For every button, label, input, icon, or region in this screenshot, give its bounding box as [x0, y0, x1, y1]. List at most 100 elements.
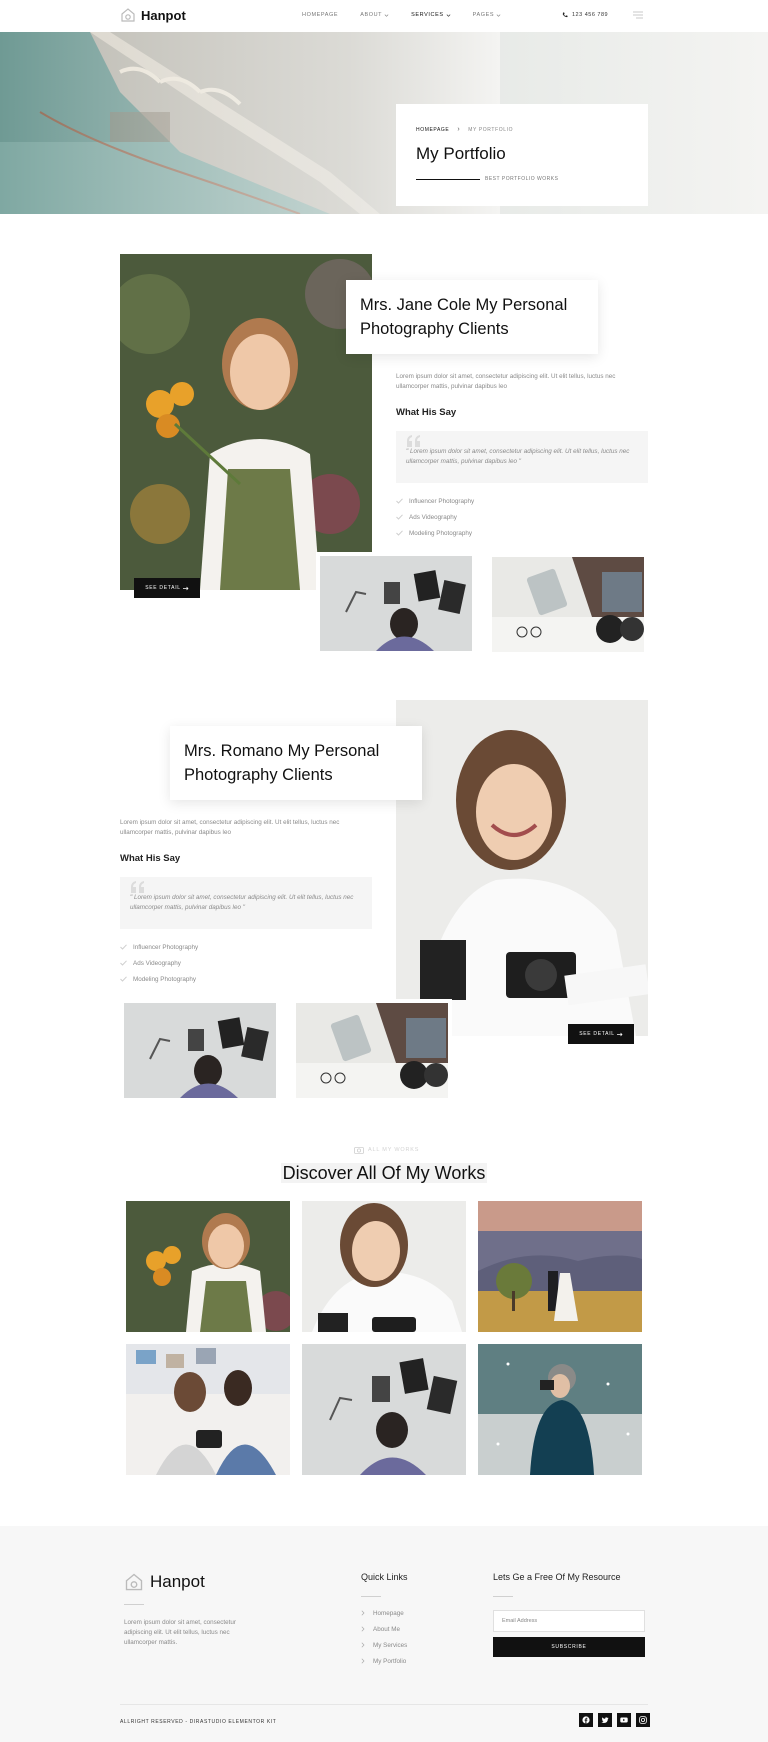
client-description: Lorem ipsum dolor sit amet, consectetur …: [120, 819, 340, 836]
see-detail-button-2[interactable]: SEE DETAIL: [568, 1024, 634, 1044]
nav-about[interactable]: ABOUT: [360, 12, 389, 18]
hamburger-icon[interactable]: [633, 11, 643, 19]
see-detail-button-1[interactable]: SEE DETAIL: [134, 578, 200, 598]
breadcrumb-home[interactable]: HOMEPAGE: [416, 127, 449, 133]
client-title-card-1: Mrs. Jane Cole My Personal Photography C…: [346, 280, 598, 354]
testimonial-quote: " Lorem ipsum dolor sit amet, consectetu…: [120, 877, 372, 929]
link-label: About Me: [373, 1625, 400, 1633]
gallery-photo-camera: [492, 557, 644, 652]
copyright-text: ALLRIGHT RESERVED - DIRASTUDIO ELEMENTOR…: [120, 1719, 277, 1725]
list-label: Modeling Photography: [409, 529, 473, 537]
list-label: Influencer Photography: [409, 497, 475, 505]
camera-home-icon: [125, 1573, 143, 1591]
quote-icon: [131, 881, 144, 893]
phone-icon: [562, 12, 568, 18]
arrow-right-icon: [616, 1032, 623, 1036]
list-item: Ads Videography: [396, 512, 474, 522]
nav-label: SERVICES: [411, 12, 444, 18]
quote-text: " Lorem ipsum dolor sit amet, consectetu…: [130, 894, 354, 911]
check-icon: [120, 976, 127, 982]
main-nav: HOMEPAGE ABOUT SERVICES PAGES: [302, 12, 501, 18]
services-list: Influencer Photography Ads Videography M…: [120, 942, 198, 984]
client-title-card-2: Mrs. Romano My Personal Photography Clie…: [170, 726, 422, 800]
quote-text: " Lorem ipsum dolor sit amet, consectetu…: [406, 448, 630, 465]
client-jane-portrait: [120, 254, 372, 590]
work-photo-portrait[interactable]: [302, 1201, 466, 1332]
breadcrumb-current: MY PORTFOLIO: [468, 126, 514, 133]
phone-contact[interactable]: 123 456 789: [562, 12, 608, 18]
check-icon: [120, 960, 127, 966]
footer-link-homepage[interactable]: Homepage: [361, 1608, 407, 1618]
email-placeholder: Email Address: [502, 1618, 538, 1624]
facebook-icon: [582, 1716, 590, 1724]
breadcrumb: HOMEPAGE › MY PORTFOLIO: [416, 126, 513, 133]
nav-label: ABOUT: [360, 12, 383, 18]
facebook-button[interactable]: [579, 1713, 593, 1727]
youtube-button[interactable]: [617, 1713, 631, 1727]
footer-link-portfolio[interactable]: My Portfolio: [361, 1656, 407, 1666]
work-photo-couple[interactable]: [478, 1201, 642, 1332]
nav-services[interactable]: SERVICES: [411, 12, 451, 18]
brand-logo[interactable]: Hanpot: [120, 7, 186, 23]
work-photo-florist[interactable]: [126, 1201, 290, 1332]
link-label: My Portfolio: [373, 1657, 407, 1665]
list-label: Influencer Photography: [133, 943, 199, 951]
link-label: My Services: [373, 1641, 408, 1649]
list-label: Ads Videography: [409, 513, 457, 521]
check-icon: [396, 498, 403, 504]
kicker-label: ALL MY WORKS: [368, 1147, 420, 1153]
hero-title-card: HOMEPAGE › MY PORTFOLIO My Portfolio BES…: [396, 104, 648, 206]
instagram-button[interactable]: [636, 1713, 650, 1727]
button-label: SUBSCRIBE: [551, 1644, 587, 1650]
twitter-icon: [601, 1716, 609, 1723]
list-item: Ads Videography: [120, 958, 198, 968]
link-label: Homepage: [373, 1609, 404, 1617]
hero-banner: HOMEPAGE › MY PORTFOLIO My Portfolio BES…: [0, 32, 768, 214]
footer-logo[interactable]: Hanpot: [124, 1572, 205, 1592]
nav-homepage[interactable]: HOMEPAGE: [302, 12, 338, 18]
services-list: Influencer Photography Ads Videography M…: [396, 496, 474, 538]
work-photo-team[interactable]: [126, 1344, 290, 1475]
social-links: [579, 1713, 650, 1727]
quick-links-heading: Quick Links: [361, 1572, 408, 1582]
work-photo-studio[interactable]: [302, 1344, 466, 1475]
phone-number: 123 456 789: [572, 12, 609, 18]
brand-name: Hanpot: [141, 7, 186, 23]
camera-home-icon: [121, 8, 135, 22]
testimonial-heading: What His Say: [396, 407, 457, 418]
footer-divider: [361, 1596, 381, 1597]
testimonial-quote: " Lorem ipsum dolor sit amet, consectetu…: [396, 431, 648, 483]
gallery-photo-studio: [316, 552, 476, 655]
check-icon: [120, 944, 127, 950]
work-photo-snow[interactable]: [478, 1344, 642, 1475]
instagram-icon: [639, 1716, 647, 1724]
youtube-icon: [620, 1717, 628, 1723]
footer-link-services[interactable]: My Services: [361, 1640, 407, 1650]
chevron-down-icon: [446, 13, 451, 17]
gallery-photo-camera: [292, 999, 452, 1102]
title-underline: [416, 179, 480, 180]
works-heading: Discover All Of My Works: [0, 1163, 768, 1184]
nav-label: PAGES: [472, 12, 495, 18]
testimonial-heading: What His Say: [120, 853, 181, 864]
button-label: SEE DETAIL: [145, 585, 181, 591]
list-item: Influencer Photography: [120, 942, 198, 952]
twitter-button[interactable]: [598, 1713, 612, 1727]
nav-pages[interactable]: PAGES: [473, 12, 502, 18]
works-kicker: ALL MY WORKS: [354, 1146, 419, 1154]
nav-label: HOMEPAGE: [302, 12, 339, 18]
chevron-right-icon: [361, 1626, 365, 1632]
email-field[interactable]: Email Address: [493, 1610, 645, 1632]
quick-links: Homepage About Me My Services My Portfol…: [361, 1608, 407, 1666]
subscribe-button[interactable]: SUBSCRIBE: [493, 1637, 645, 1657]
footer-brand-name: Hanpot: [150, 1572, 205, 1591]
footer-divider: [493, 1596, 513, 1597]
footer-link-about[interactable]: About Me: [361, 1624, 407, 1634]
chevron-down-icon: [384, 13, 389, 17]
gallery-photo-studio: [124, 1003, 276, 1098]
check-icon: [396, 530, 403, 536]
chevron-down-icon: [496, 13, 501, 17]
page-title: My Portfolio: [416, 144, 506, 163]
arrow-right-icon: [182, 586, 189, 590]
list-label: Modeling Photography: [133, 975, 197, 983]
